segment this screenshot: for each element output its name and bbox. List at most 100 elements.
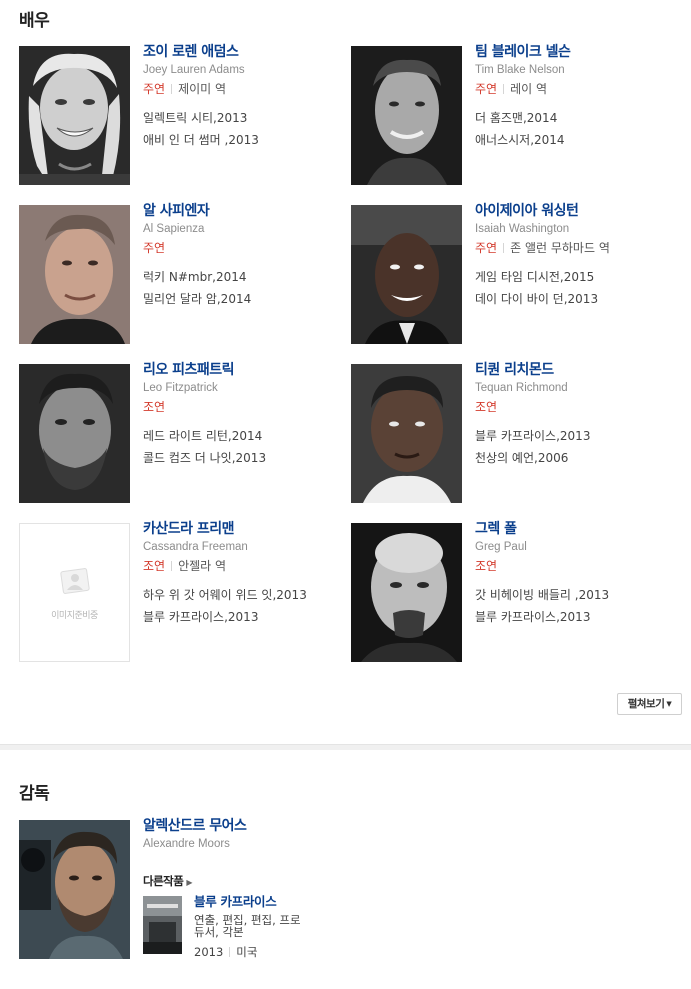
filmography-item[interactable]: 천상의 예언,2006 <box>475 451 681 465</box>
actor-role-line: 주연 <box>143 241 349 255</box>
actor-photo[interactable] <box>351 364 462 503</box>
role-type: 주연 <box>143 82 166 96</box>
actor-photo[interactable] <box>19 364 130 503</box>
filmography-list: 하우 위 갓 어웨이 위드 잇,2013 블루 카프라이스,2013 <box>143 588 349 624</box>
filmography-item[interactable]: 블루 카프라이스,2013 <box>143 610 349 624</box>
actor-photo[interactable] <box>351 205 462 344</box>
filmography-list: 더 홈즈맨,2014 애너스시저,2014 <box>475 111 681 147</box>
photo-placeholder-text: 이미지준비중 <box>51 611 98 621</box>
role-type: 조연 <box>143 400 166 414</box>
actor-name-link[interactable]: 알 사피엔자 <box>143 203 349 219</box>
actor-english-name: Cassandra Freeman <box>143 541 248 553</box>
image-placeholder-icon <box>60 568 90 594</box>
role-type: 주연 <box>475 241 498 255</box>
filmography-item[interactable]: 블루 카프라이스,2013 <box>475 610 681 624</box>
actor-name-link[interactable]: 티퀀 리치몬드 <box>475 362 681 378</box>
actor-card: 아이제이아 워싱턴 Isaiah Washington 주연 존 앨런 무하마드 … <box>351 203 681 345</box>
actor-role-line: 조연 <box>475 400 681 414</box>
character-name: 제이미 역 <box>178 82 227 96</box>
director-name-link[interactable]: 알렉산드르 무어스 <box>143 818 349 834</box>
filmography-item[interactable]: 밀리언 달라 암,2014 <box>143 292 349 306</box>
actor-card: 티퀀 리치몬드 Tequan Richmond 조연 블루 카프라이스,2013… <box>351 362 681 504</box>
filmography-item[interactable]: 데이 다이 바이 던,2013 <box>475 292 681 306</box>
actor-english-name: Joey Lauren Adams <box>143 64 245 76</box>
actor-card: 팀 블레이크 넬슨 Tim Blake Nelson 주연 레이 역 더 홈즈맨,… <box>351 44 681 186</box>
actor-english-name: Tim Blake Nelson <box>475 64 565 76</box>
actor-card: 조이 로렌 애덤스 Joey Lauren Adams 주연 제이미 역 일렉트릭… <box>19 44 349 186</box>
filmography-list: 게임 타임 디시전,2015 데이 다이 바이 던,2013 <box>475 270 681 306</box>
chevron-right-icon: ▶ <box>186 878 192 887</box>
film-roles: 연출, 편집, 편집, 프로듀서, 각본 <box>194 913 301 939</box>
film-meta: 2013 미국 <box>194 944 354 960</box>
actor-name-link[interactable]: 그렉 폴 <box>475 521 681 537</box>
role-type: 주연 <box>475 82 498 96</box>
director-card: 알렉산드르 무어스 Alexandre Moors 다른작품 ▶ 블루 카프라이스… <box>19 818 679 960</box>
filmography-item[interactable]: 갓 비헤이빙 배들리 ,2013 <box>475 588 681 602</box>
filmography-list: 갓 비헤이빙 배들리 ,2013 블루 카프라이스,2013 <box>475 588 681 624</box>
actor-photo[interactable] <box>19 46 130 185</box>
role-type: 조연 <box>475 400 498 414</box>
actor-english-name: Greg Paul <box>475 541 527 553</box>
filmography-item[interactable]: 일렉트릭 시티,2013 <box>143 111 349 125</box>
filmography-item[interactable]: 럭키 N#mbr,2014 <box>143 270 349 284</box>
actor-name-link[interactable]: 팀 블레이크 넬슨 <box>475 44 681 60</box>
other-works-text: 다른작품 <box>143 874 184 888</box>
film-title-link[interactable]: 블루 카프라이스 <box>194 895 354 909</box>
actor-name-link[interactable]: 조이 로렌 애덤스 <box>143 44 349 60</box>
actor-role-line: 주연 레이 역 <box>475 82 681 96</box>
actor-role-line: 조연 안젤라 역 <box>143 559 349 573</box>
other-works-label[interactable]: 다른작품 ▶ <box>143 873 192 889</box>
character-name: 레이 역 <box>510 82 548 96</box>
section-divider <box>0 744 691 750</box>
filmography-item[interactable]: 애너스시저,2014 <box>475 133 681 147</box>
director-section-title: 감독 <box>19 784 50 804</box>
actor-card: 그렉 폴 Greg Paul 조연 갓 비헤이빙 배들리 ,2013 블루 카프… <box>351 521 681 663</box>
actor-name-link[interactable]: 카산드라 프리맨 <box>143 521 349 537</box>
filmography-item[interactable]: 애비 인 더 썸머 ,2013 <box>143 133 349 147</box>
divider <box>171 561 173 571</box>
actor-card: 알 사피엔자 Al Sapienza 주연 럭키 N#mbr,2014 밀리언 … <box>19 203 349 345</box>
director-photo[interactable] <box>19 820 130 959</box>
filmography-list: 블루 카프라이스,2013 천상의 예언,2006 <box>475 429 681 465</box>
actor-name-link[interactable]: 아이제이아 워싱턴 <box>475 203 681 219</box>
actor-role-line: 조연 <box>143 400 349 414</box>
film-poster[interactable] <box>143 896 182 954</box>
filmography-item[interactable]: 레드 라이트 리턴,2014 <box>143 429 349 443</box>
filmography-list: 레드 라이트 리턴,2014 콜드 컴즈 더 나잇,2013 <box>143 429 349 465</box>
role-type: 주연 <box>143 241 166 255</box>
filmography-item[interactable]: 블루 카프라이스,2013 <box>475 429 681 443</box>
actor-english-name: Isaiah Washington <box>475 223 570 235</box>
character-name: 존 앨런 무하마드 역 <box>510 241 610 255</box>
actor-english-name: Tequan Richmond <box>475 382 568 394</box>
film-country: 미국 <box>236 945 258 959</box>
actor-list: 조이 로렌 애덤스 Joey Lauren Adams 주연 제이미 역 일렉트릭… <box>0 0 691 700</box>
divider <box>503 84 505 94</box>
expand-more-button[interactable]: 펼쳐보기 ▼ <box>617 693 682 715</box>
actor-role-line: 주연 존 앨런 무하마드 역 <box>475 241 681 255</box>
actor-role-line: 주연 제이미 역 <box>143 82 349 96</box>
director-english-name: Alexandre Moors <box>143 838 230 850</box>
filmography-item[interactable]: 게임 타임 디시전,2015 <box>475 270 681 284</box>
divider <box>229 947 231 957</box>
actor-name-link[interactable]: 리오 피츠패트릭 <box>143 362 349 378</box>
filmography-list: 럭키 N#mbr,2014 밀리언 달라 암,2014 <box>143 270 349 306</box>
caret-down-icon: ▼ <box>666 700 672 708</box>
expand-more-label: 펼쳐보기 <box>627 698 665 710</box>
actor-card: 리오 피츠패트릭 Leo Fitzpatrick 조연 레드 라이트 리턴,20… <box>19 362 349 504</box>
actor-photo[interactable] <box>19 205 130 344</box>
photo-placeholder[interactable]: 이미지준비중 <box>19 523 130 662</box>
actor-english-name: Al Sapienza <box>143 223 205 235</box>
divider <box>171 84 173 94</box>
actor-card: 이미지준비중 카산드라 프리맨 Cassandra Freeman 조연 안젤라 … <box>19 521 349 663</box>
filmography-list: 일렉트릭 시티,2013 애비 인 더 썸머 ,2013 <box>143 111 349 147</box>
actor-photo[interactable] <box>351 46 462 185</box>
filmography-item[interactable]: 더 홈즈맨,2014 <box>475 111 681 125</box>
divider <box>503 243 505 253</box>
filmography-item[interactable]: 하우 위 갓 어웨이 위드 잇,2013 <box>143 588 349 602</box>
actor-photo[interactable] <box>351 523 462 662</box>
actor-english-name: Leo Fitzpatrick <box>143 382 218 394</box>
film-year: 2013 <box>194 945 224 959</box>
character-name: 안젤라 역 <box>178 559 227 573</box>
role-type: 조연 <box>475 559 498 573</box>
filmography-item[interactable]: 콜드 컴즈 더 나잇,2013 <box>143 451 349 465</box>
